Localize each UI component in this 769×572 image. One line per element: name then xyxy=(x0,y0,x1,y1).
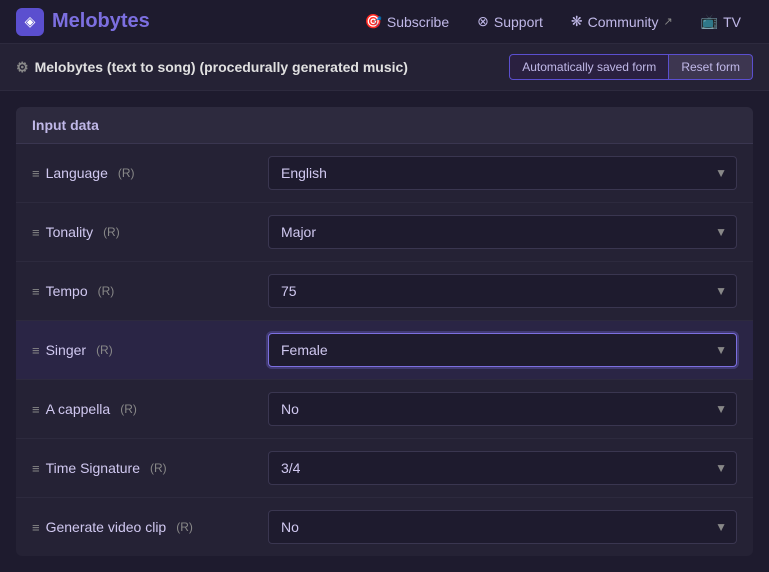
field-name-acappella: A cappella xyxy=(46,401,111,417)
select-wrapper-acappella: NoYes▼ xyxy=(268,392,737,426)
label-language: ≡ Language (R) xyxy=(32,165,252,181)
field-required-tempo: (R) xyxy=(98,284,115,298)
support-label: Support xyxy=(494,14,543,30)
field-name-generate_video: Generate video clip xyxy=(46,519,167,535)
control-time_signature: 3/44/46/8▼ xyxy=(268,451,737,485)
field-name-language: Language xyxy=(46,165,108,181)
form-row-language: ≡ Language (R) EnglishSpanishFrenchGerma… xyxy=(16,144,753,203)
control-tonality: MajorMinor▼ xyxy=(268,215,737,249)
select-tempo[interactable]: 607590120140 xyxy=(268,274,737,308)
label-acappella: ≡ A cappella (R) xyxy=(32,401,252,417)
form-row-acappella: ≡ A cappella (R) NoYes▼ xyxy=(16,380,753,439)
field-name-singer: Singer xyxy=(46,342,86,358)
form-row-time_signature: ≡ Time Signature (R) 3/44/46/8▼ xyxy=(16,439,753,498)
header: ◈ Melobytes 🎯 Subscribe ⊗ Support ❋ Comm… xyxy=(0,0,769,44)
section-header: Input data xyxy=(16,107,753,144)
field-required-generate_video: (R) xyxy=(176,520,193,534)
subscribe-link[interactable]: 🎯 Subscribe xyxy=(352,7,461,36)
select-wrapper-tonality: MajorMinor▼ xyxy=(268,215,737,249)
title-actions: Automatically saved form Reset form xyxy=(509,54,753,80)
field-required-tonality: (R) xyxy=(103,225,120,239)
select-wrapper-language: EnglishSpanishFrenchGermanItalian▼ xyxy=(268,156,737,190)
label-tonality: ≡ Tonality (R) xyxy=(32,224,252,240)
field-icon-acappella: ≡ xyxy=(32,402,40,417)
control-singer: FemaleMale▼ xyxy=(268,333,737,367)
select-generate_video[interactable]: NoYes xyxy=(268,510,737,544)
select-tonality[interactable]: MajorMinor xyxy=(268,215,737,249)
select-wrapper-singer: FemaleMale▼ xyxy=(268,333,737,367)
main-content: Input data ≡ Language (R) EnglishSpanish… xyxy=(0,91,769,572)
page-title-area: ⚙ Melobytes (text to song) (procedurally… xyxy=(16,59,408,76)
field-required-singer: (R) xyxy=(96,343,113,357)
label-singer: ≡ Singer (R) xyxy=(32,342,252,358)
select-language[interactable]: EnglishSpanishFrenchGermanItalian xyxy=(268,156,737,190)
form-row-singer: ≡ Singer (R) FemaleMale▼ xyxy=(16,321,753,380)
form-row-generate_video: ≡ Generate video clip (R) NoYes▼ xyxy=(16,498,753,556)
field-icon-generate_video: ≡ xyxy=(32,520,40,535)
subscribe-icon: 🎯 xyxy=(364,13,381,30)
field-icon-time_signature: ≡ xyxy=(32,461,40,476)
control-language: EnglishSpanishFrenchGermanItalian▼ xyxy=(268,156,737,190)
select-wrapper-tempo: 607590120140▼ xyxy=(268,274,737,308)
page-title: Melobytes (text to song) (procedurally g… xyxy=(35,59,408,75)
form-row-tempo: ≡ Tempo (R) 607590120140▼ xyxy=(16,262,753,321)
nav-links: 🎯 Subscribe ⊗ Support ❋ Community ↗ 📺 TV xyxy=(352,7,753,36)
form-rows: ≡ Language (R) EnglishSpanishFrenchGerma… xyxy=(16,144,753,556)
tv-link[interactable]: 📺 TV xyxy=(689,7,753,36)
settings-icon: ⚙ xyxy=(16,59,29,76)
label-generate_video: ≡ Generate video clip (R) xyxy=(32,519,252,535)
reset-form-button[interactable]: Reset form xyxy=(669,54,753,80)
logo-area: ◈ Melobytes xyxy=(16,8,150,36)
field-icon-tempo: ≡ xyxy=(32,284,40,299)
subscribe-label: Subscribe xyxy=(387,14,449,30)
logo-icon: ◈ xyxy=(16,8,44,36)
field-required-acappella: (R) xyxy=(120,402,137,416)
title-bar: ⚙ Melobytes (text to song) (procedurally… xyxy=(0,44,769,91)
input-data-section: Input data ≡ Language (R) EnglishSpanish… xyxy=(16,107,753,556)
select-wrapper-time_signature: 3/44/46/8▼ xyxy=(268,451,737,485)
form-row-tonality: ≡ Tonality (R) MajorMinor▼ xyxy=(16,203,753,262)
support-icon: ⊗ xyxy=(477,13,489,30)
support-link[interactable]: ⊗ Support xyxy=(465,7,555,36)
control-acappella: NoYes▼ xyxy=(268,392,737,426)
field-name-time_signature: Time Signature xyxy=(46,460,140,476)
control-tempo: 607590120140▼ xyxy=(268,274,737,308)
tv-icon: 📺 xyxy=(701,13,718,30)
label-tempo: ≡ Tempo (R) xyxy=(32,283,252,299)
field-icon-singer: ≡ xyxy=(32,343,40,358)
community-link[interactable]: ❋ Community ↗ xyxy=(559,7,685,36)
select-time_signature[interactable]: 3/44/46/8 xyxy=(268,451,737,485)
select-singer[interactable]: FemaleMale xyxy=(268,333,737,367)
select-wrapper-generate_video: NoYes▼ xyxy=(268,510,737,544)
field-required-time_signature: (R) xyxy=(150,461,167,475)
community-icon: ❋ xyxy=(571,13,583,30)
field-icon-tonality: ≡ xyxy=(32,225,40,240)
external-link-icon: ↗ xyxy=(663,15,672,28)
tv-label: TV xyxy=(723,14,741,30)
label-time_signature: ≡ Time Signature (R) xyxy=(32,460,252,476)
autosave-badge: Automatically saved form xyxy=(509,54,669,80)
logo-symbol: ◈ xyxy=(25,13,36,30)
select-acappella[interactable]: NoYes xyxy=(268,392,737,426)
field-name-tonality: Tonality xyxy=(46,224,93,240)
control-generate_video: NoYes▼ xyxy=(268,510,737,544)
field-name-tempo: Tempo xyxy=(46,283,88,299)
community-label: Community xyxy=(588,14,659,30)
field-icon-language: ≡ xyxy=(32,166,40,181)
field-required-language: (R) xyxy=(118,166,135,180)
app-name: Melobytes xyxy=(52,10,150,33)
